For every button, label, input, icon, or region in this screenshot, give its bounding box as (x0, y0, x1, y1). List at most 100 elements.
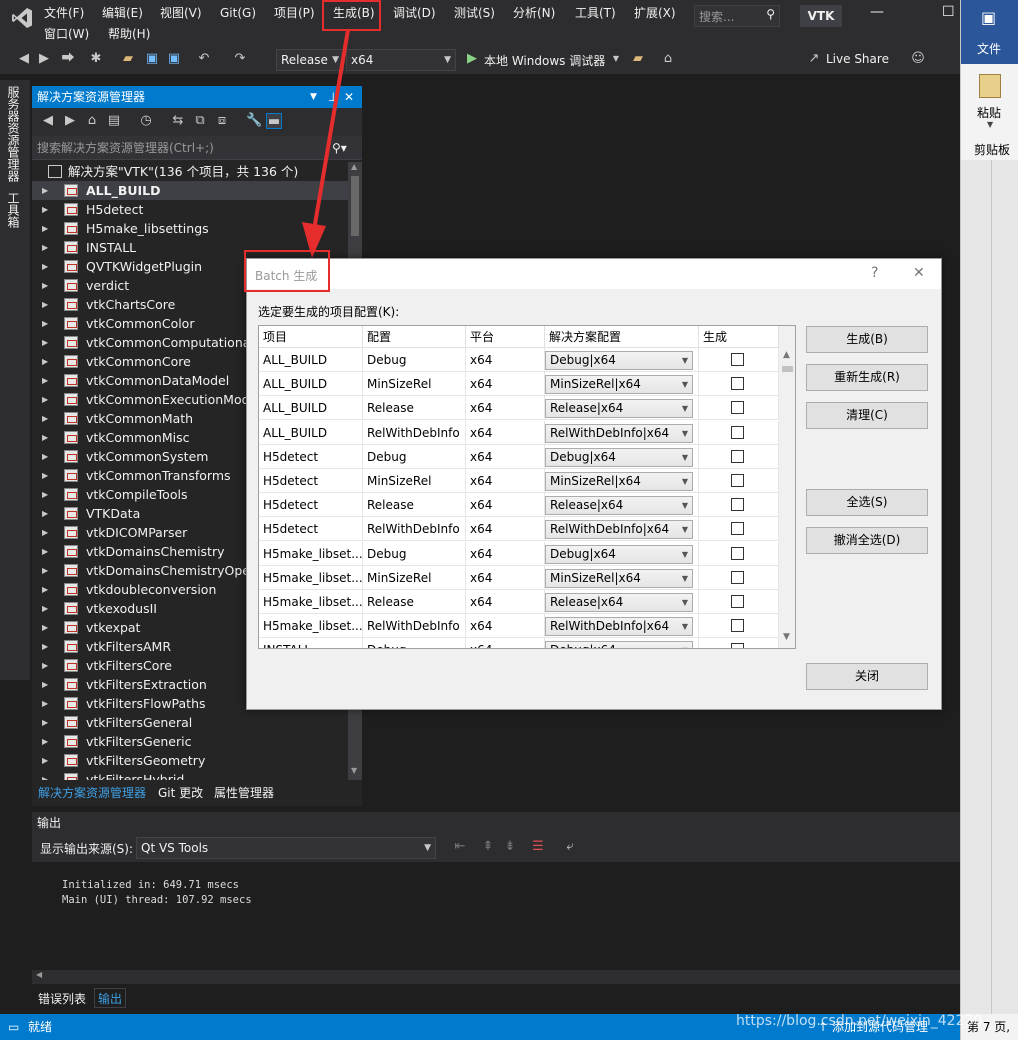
scroll-down-icon[interactable]: ▼ (351, 766, 357, 775)
expand-arrow-icon[interactable]: ▶ (42, 257, 48, 276)
live-share-icon[interactable]: ↗ (806, 51, 822, 67)
expand-arrow-icon[interactable]: ▶ (42, 447, 48, 466)
output-hscrollbar[interactable]: ◀ (32, 970, 960, 984)
build-checkbox[interactable] (731, 643, 744, 648)
tab-error-list[interactable]: 错误列表 (38, 990, 86, 1007)
expand-arrow-icon[interactable]: ▶ (42, 675, 48, 694)
word-file-tab[interactable]: 文件 (977, 40, 1001, 57)
build-checkbox[interactable] (731, 401, 744, 415)
start-debug-icon[interactable]: ▶ (464, 51, 480, 67)
solution-config-dropdown[interactable]: Debug|x64 ▼ (545, 544, 693, 564)
column-header-config[interactable]: 配置 (363, 326, 466, 348)
source-control-icon[interactable]: ↑ (818, 1014, 828, 1040)
clean-button[interactable]: 清理(C) (806, 402, 928, 429)
solution-config-dropdown[interactable]: RelWithDebInfo|x64 ▼ (545, 423, 693, 443)
open-folder-icon[interactable]: ▰ (120, 51, 136, 67)
scrollbar-thumb[interactable] (782, 366, 793, 372)
menu-edit[interactable]: 编辑(E) (102, 4, 143, 22)
expand-arrow-icon[interactable]: ▶ (42, 428, 48, 447)
build-checkbox[interactable] (731, 425, 744, 439)
expand-arrow-icon[interactable]: ▶ (42, 732, 48, 751)
expand-arrow-icon[interactable]: ▶ (42, 219, 48, 238)
live-share-button[interactable]: Live Share (826, 52, 889, 66)
expand-arrow-icon[interactable]: ▶ (42, 694, 48, 713)
chevron-down-icon[interactable]: ▼ (608, 51, 624, 67)
expand-arrow-icon[interactable]: ▶ (42, 523, 48, 542)
solution-config-dropdown[interactable]: MinSizeRel|x64 ▼ (545, 375, 693, 395)
tree-project-node[interactable]: ▶ vtkFiltersHybrid (32, 770, 348, 780)
tab-property-manager[interactable]: 属性管理器 (214, 784, 274, 801)
undo-icon[interactable]: ↶ (196, 51, 212, 67)
debugger-label[interactable]: 本地 Windows 调试器 (484, 52, 605, 69)
paste-icon[interactable] (979, 74, 1001, 98)
column-header-solution-config[interactable]: 解决方案配置 (545, 326, 699, 348)
expand-arrow-icon[interactable]: ▶ (42, 352, 48, 371)
forward-icon[interactable]: ⮕ (60, 51, 76, 67)
deselect-all-button[interactable]: 撤消全选(D) (806, 527, 928, 554)
build-checkbox[interactable] (731, 498, 744, 512)
tree-project-node[interactable]: ▶ vtkFiltersGeneric (32, 732, 348, 751)
show-all-files-icon[interactable]: ⧈ (214, 113, 230, 129)
solution-config-dropdown[interactable]: Release|x64 ▼ (545, 399, 693, 419)
tree-project-node[interactable]: ▶ vtkFiltersGeneral (32, 713, 348, 732)
close-icon[interactable]: ✕ (913, 265, 925, 281)
menu-help[interactable]: 帮助(H) (108, 25, 150, 43)
build-checkbox[interactable] (731, 377, 744, 391)
menu-window[interactable]: 窗口(W) (44, 25, 89, 43)
solution-config-dropdown[interactable]: Debug|x64 ▼ (545, 351, 693, 370)
paste-label[interactable]: 粘贴 (977, 104, 1001, 121)
redo-icon[interactable]: ↷ (232, 51, 248, 67)
solution-config-dropdown[interactable]: MinSizeRel|x64 ▼ (545, 472, 693, 491)
prev-message-icon[interactable]: ⇞ (480, 839, 496, 855)
tree-project-node[interactable]: ▶ vtkFiltersGeometry (32, 751, 348, 770)
solution-config-dropdown[interactable]: Release|x64 ▼ (545, 496, 693, 516)
properties-wrench-icon[interactable]: 🔧 (246, 113, 262, 129)
solution-config-dropdown[interactable]: Debug|x64 ▼ (545, 447, 693, 467)
collapse-all-icon[interactable]: ⧉ (192, 113, 208, 129)
expand-arrow-icon[interactable]: ▶ (42, 504, 48, 523)
home-icon[interactable]: ⌂ (84, 113, 100, 129)
expand-arrow-icon[interactable]: ▶ (42, 751, 48, 770)
expand-arrow-icon[interactable]: ▶ (42, 276, 48, 295)
expand-arrow-icon[interactable]: ▶ (42, 580, 48, 599)
expand-arrow-icon[interactable]: ▶ (42, 561, 48, 580)
expand-arrow-icon[interactable]: ▶ (42, 485, 48, 504)
close-button[interactable]: 关闭 (806, 663, 928, 690)
preview-icon[interactable]: ▬ (266, 113, 282, 129)
expand-arrow-icon[interactable]: ▶ (42, 238, 48, 257)
forward-disabled-icon[interactable]: ▶ (36, 51, 52, 67)
expand-arrow-icon[interactable]: ▶ (42, 333, 48, 352)
forward-icon[interactable]: ▶ (62, 113, 78, 129)
build-checkbox[interactable] (731, 546, 744, 560)
expand-arrow-icon[interactable]: ▶ (42, 637, 48, 656)
solution-config-dropdown[interactable]: RelWithDebInfo|x64 ▼ (545, 617, 693, 637)
find-message-icon[interactable]: ⇤ (452, 839, 468, 855)
solution-config-dropdown[interactable]: RelWithDebInfo|x64 ▼ (545, 520, 693, 540)
back-icon[interactable]: ◀ (16, 51, 32, 67)
tab-git-changes[interactable]: Git 更改 (158, 784, 203, 801)
solution-config-dropdown[interactable]: Release|x64 ▼ (545, 593, 693, 612)
menu-extensions[interactable]: 扩展(X) (634, 4, 676, 22)
build-checkbox[interactable] (731, 595, 744, 608)
expand-arrow-icon[interactable]: ▶ (42, 542, 48, 561)
expand-arrow-icon[interactable]: ▶ (42, 713, 48, 732)
build-checkbox[interactable] (731, 619, 744, 633)
column-header-build[interactable]: 生成 (699, 326, 779, 348)
expand-arrow-icon[interactable]: ▶ (42, 390, 48, 409)
menu-project[interactable]: 项目(P) (274, 4, 315, 22)
word-wrap-icon[interactable]: ⤶ (562, 839, 578, 855)
scroll-up-icon[interactable]: ▲ (783, 350, 790, 360)
save-icon[interactable]: ▣ (144, 51, 160, 67)
next-message-icon[interactable]: ⇟ (502, 839, 518, 855)
word-save-icon[interactable]: ▣ (981, 8, 996, 27)
help-button[interactable]: ? (871, 265, 878, 281)
solution-config-dropdown[interactable]: MinSizeRel|x64 ▼ (545, 568, 693, 588)
build-checkbox[interactable] (731, 570, 744, 584)
grid-scrollbar[interactable]: ▲ ▼ (779, 326, 795, 648)
tab-solution-explorer[interactable]: 解决方案资源管理器 (38, 784, 146, 801)
expand-arrow-icon[interactable]: ▶ (42, 599, 48, 618)
select-all-button[interactable]: 全选(S) (806, 489, 928, 516)
build-button[interactable]: 生成(B) (806, 326, 928, 353)
column-header-project[interactable]: 项目 (259, 326, 363, 348)
expand-arrow-icon[interactable]: ▶ (42, 295, 48, 314)
